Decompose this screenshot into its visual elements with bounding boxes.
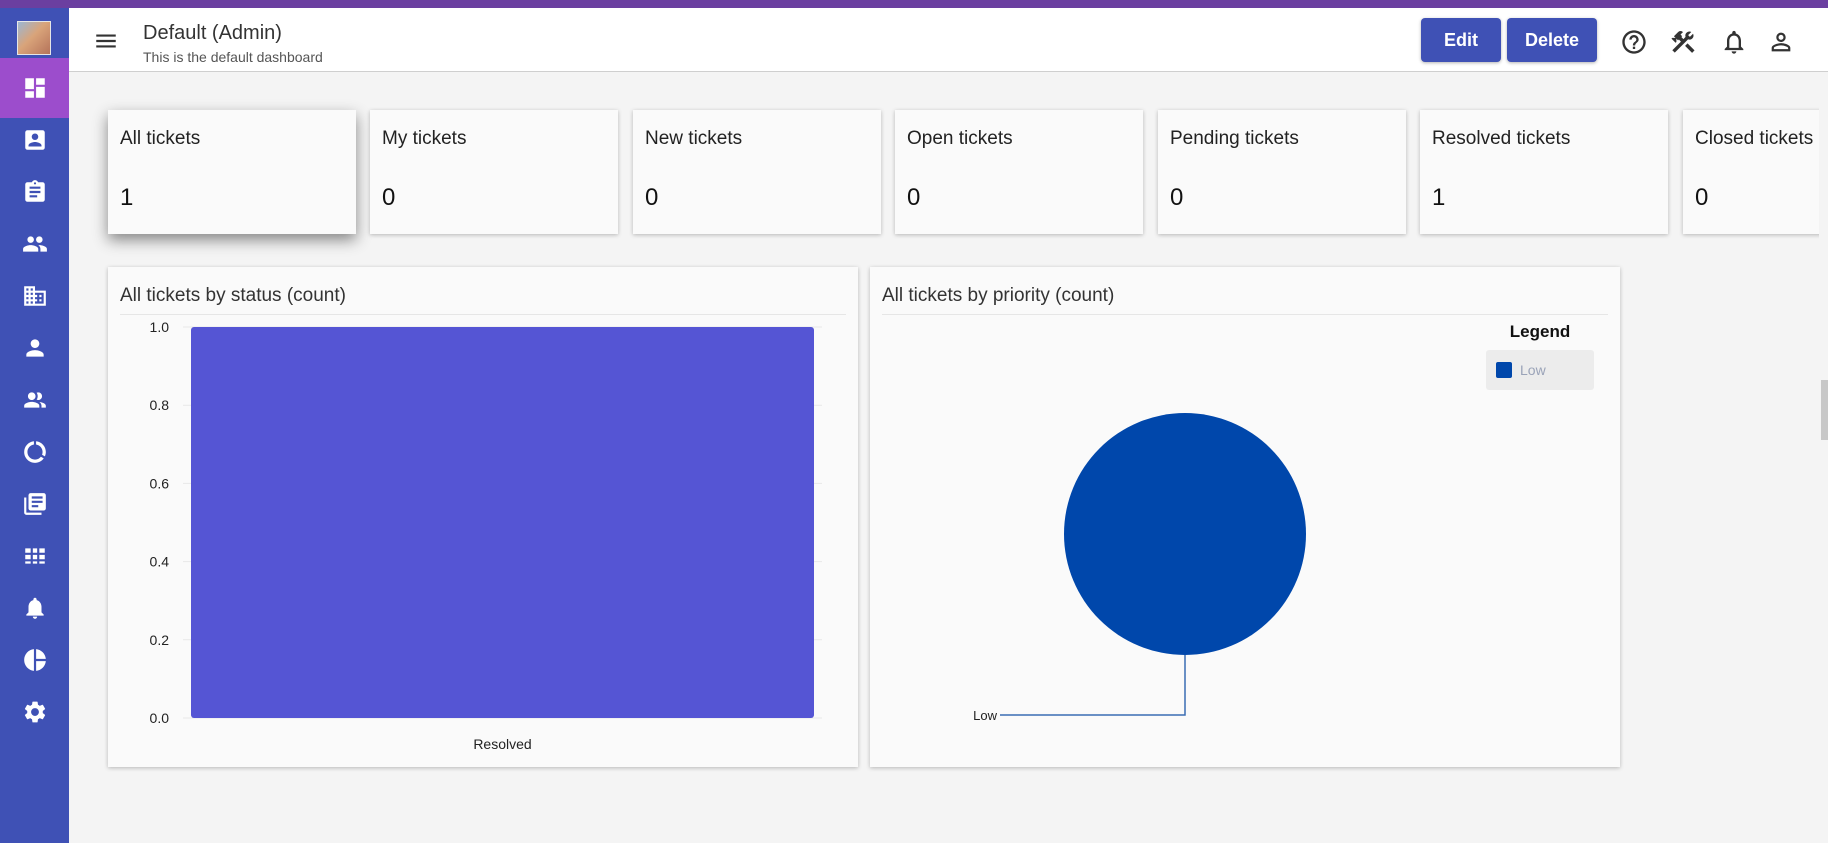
card-value: 0 [1170, 184, 1184, 211]
card-value: 0 [382, 184, 396, 211]
legend-label: Low [1520, 362, 1546, 378]
x-tick-label: Resolved [473, 736, 531, 752]
legend-title: Legend [1509, 322, 1571, 341]
pie-slice-label: Low [973, 708, 997, 723]
bar [191, 327, 814, 718]
y-tick-label: 0.0 [150, 710, 170, 726]
dashboard-content: All tickets 1 My tickets 0 New tickets 0… [0, 0, 1819, 843]
pie-slice [1064, 413, 1306, 655]
y-tick-label: 0.6 [150, 475, 170, 491]
card-resolved-tickets[interactable]: Resolved tickets 1 [1420, 110, 1668, 234]
y-tick-label: 1.0 [150, 319, 170, 335]
status-bar-chart: 0.0 0.2 0.4 0.6 0.8 1.0 Resolved [150, 319, 822, 752]
card-label: New tickets [645, 128, 743, 149]
card-label: Closed tickets [1695, 128, 1814, 149]
card-pending-tickets[interactable]: Pending tickets 0 [1158, 110, 1406, 234]
card-closed-tickets[interactable]: Closed tickets 0 [1683, 110, 1819, 234]
card-value: 0 [907, 184, 921, 211]
card-my-tickets[interactable]: My tickets 0 [370, 110, 618, 234]
card-value: 1 [1432, 184, 1446, 211]
card-value: 0 [645, 184, 659, 211]
card-new-tickets[interactable]: New tickets 0 [633, 110, 881, 234]
card-label: All tickets [120, 128, 201, 149]
card-label: My tickets [382, 128, 467, 149]
chart-legend: Legend Low [1486, 322, 1594, 390]
card-value: 0 [1695, 184, 1709, 211]
priority-chart-panel: All tickets by priority (count) Low Lege… [870, 267, 1620, 767]
card-label: Pending tickets [1170, 128, 1299, 149]
y-tick-label: 0.2 [150, 632, 170, 648]
y-tick-label: 0.8 [150, 397, 170, 413]
legend-swatch [1496, 362, 1512, 378]
legend-item-low[interactable]: Low [1486, 350, 1594, 390]
card-open-tickets[interactable]: Open tickets 0 [895, 110, 1143, 234]
pie-label-leader [1000, 655, 1186, 716]
y-tick-label: 0.4 [150, 554, 170, 570]
scrollbar-thumb[interactable] [1821, 380, 1828, 440]
card-value: 1 [120, 184, 134, 211]
card-label: Open tickets [907, 128, 1013, 149]
card-label: Resolved tickets [1432, 128, 1571, 149]
card-all-tickets[interactable]: All tickets 1 [108, 110, 356, 234]
status-chart-panel: All tickets by status (count) 0.0 0.2 0.4 0… [108, 267, 858, 767]
